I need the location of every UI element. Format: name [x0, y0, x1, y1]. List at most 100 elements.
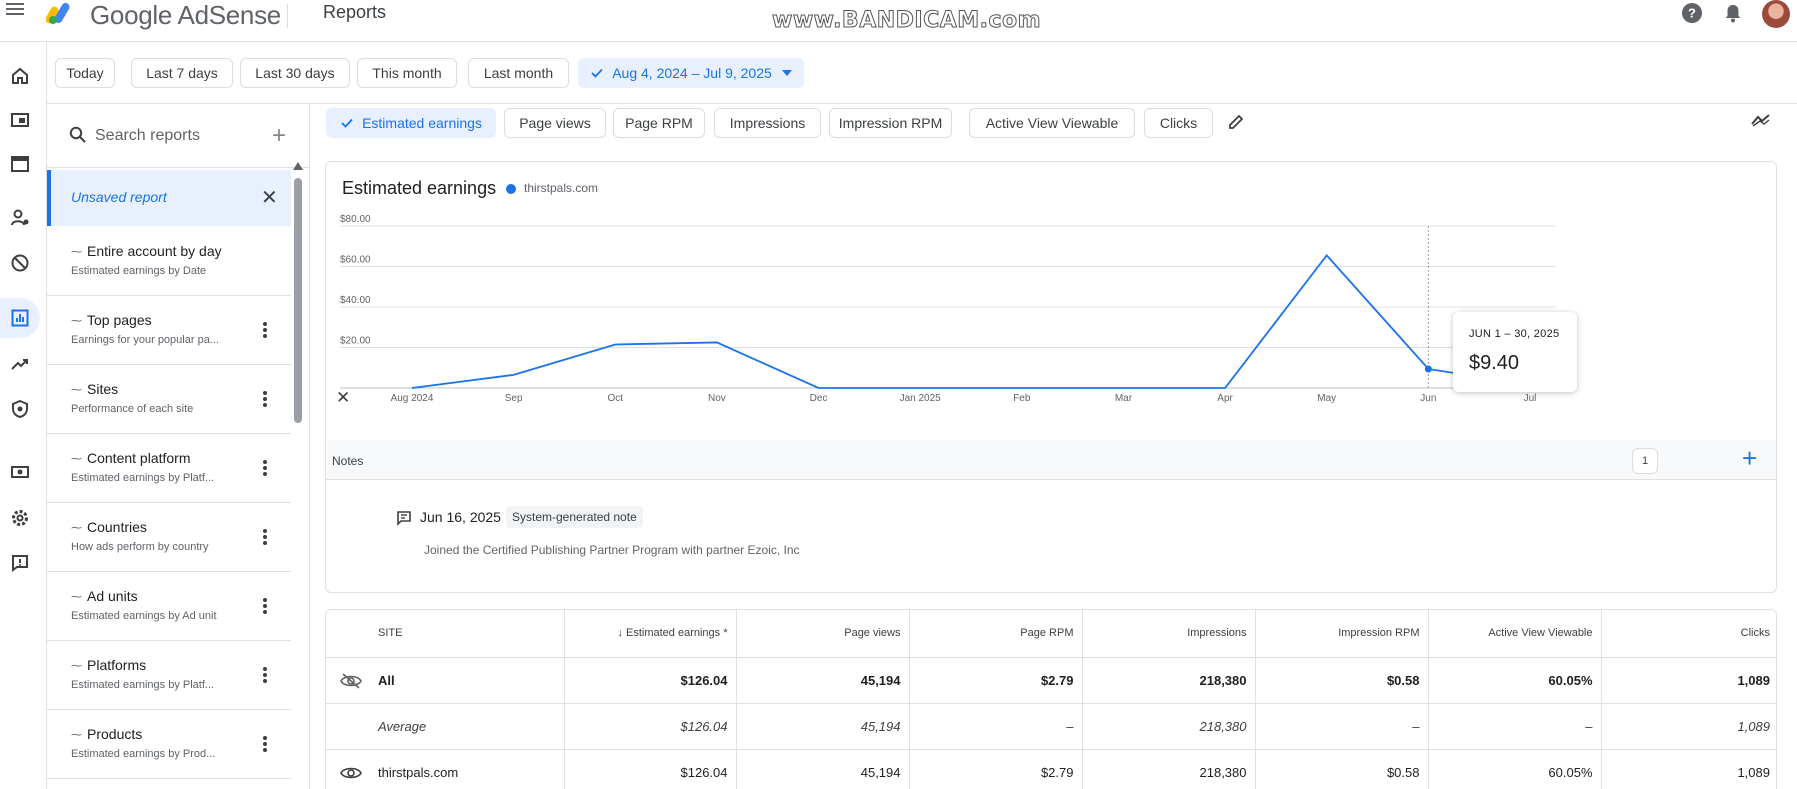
edit-metrics-pencil-icon[interactable] [1227, 113, 1245, 131]
report-trend-icon: ⁓ [71, 313, 82, 327]
metric-chip-estimated-earnings[interactable]: Estimated earnings [326, 108, 496, 138]
legend-dot [506, 184, 516, 194]
x-tick-label: Sep [505, 393, 523, 404]
metric-chip-page-rpm[interactable]: Page RPM [613, 108, 705, 138]
cell-earnings: $126.04 [564, 703, 737, 750]
add-report-plus-icon[interactable]: + [272, 124, 286, 148]
more-vert-icon[interactable] [262, 596, 268, 616]
date-chip-today[interactable]: Today [55, 58, 115, 88]
report-trend-icon: ⁓ [71, 520, 82, 534]
date-chip-last-7-days[interactable]: Last 7 days [131, 58, 233, 88]
report-subtitle: Estimated earnings by Platf... [71, 472, 215, 484]
policy-center-icon[interactable] [0, 389, 40, 429]
report-title: Top pages [87, 312, 152, 328]
close-icon[interactable]: ✕ [261, 185, 278, 210]
notes-row: Notes 1 + [326, 440, 1776, 480]
more-vert-icon[interactable] [262, 389, 268, 409]
report-subtitle: Performance of each site [71, 403, 194, 415]
report-subtitle: Estimated earnings by Date [71, 265, 207, 277]
column-header-clicks[interactable]: Clicks [1601, 610, 1776, 658]
report-title: Countries [87, 519, 147, 535]
report-title: Sites [87, 381, 119, 397]
note-text: Joined the Certified Publishing Partner … [424, 543, 800, 557]
column-header-impressions[interactable]: Impressions [1082, 610, 1256, 658]
privacy-messaging-icon[interactable] [0, 198, 40, 238]
report-subtitle: How ads perform by country [71, 541, 209, 553]
report-subtitle: Estimated earnings by Prod... [71, 748, 216, 760]
table-row[interactable]: thirstpals.com $126.04 45,194 $2.79 218,… [326, 749, 1776, 789]
top-bar: Google AdSense Reports www.BANDICAM.com … [0, 0, 1797, 42]
date-chip-last-30-days[interactable]: Last 30 days [240, 58, 350, 88]
feedback-icon[interactable] [0, 543, 40, 583]
x-tick-label: Mar [1115, 393, 1133, 404]
report-subtitle: Earnings for your popular pa... [71, 334, 219, 346]
scrollbar-thumb[interactable] [294, 178, 302, 423]
column-header-active-view-viewable[interactable]: Active View Viewable [1428, 610, 1602, 658]
date-range-selector[interactable]: Aug 4, 2024 – Jul 9, 2025 [578, 58, 804, 88]
metric-chip-impression-rpm[interactable]: Impression RPM [829, 108, 952, 138]
date-chip-this-month[interactable]: This month [357, 58, 457, 88]
more-vert-icon[interactable] [262, 665, 268, 685]
notifications-bell-icon[interactable] [1722, 2, 1744, 24]
search-reports-input[interactable] [95, 124, 265, 148]
metric-chip-page-views[interactable]: Page views [504, 108, 606, 138]
account-avatar[interactable] [1762, 0, 1790, 28]
cell-earnings: $126.04 [564, 657, 737, 704]
note-date: Jun 16, 2025 [420, 509, 501, 525]
optimization-trend-icon[interactable] [0, 344, 40, 384]
add-note-plus-icon[interactable]: + [1742, 444, 1757, 472]
scroll-up-arrow-icon[interactable] [293, 162, 303, 170]
column-header-estimated-earnings[interactable]: ↓ Estimated earnings * [564, 610, 737, 658]
help-icon[interactable]: ? [1681, 2, 1703, 24]
column-header-impression-rpm[interactable]: Impression RPM [1255, 610, 1429, 658]
sites-icon[interactable] [0, 144, 40, 184]
blocking-controls-icon[interactable] [0, 243, 40, 283]
metric-chip-impressions[interactable]: Impressions [714, 108, 821, 138]
unsaved-report-item[interactable]: Unsaved report ✕ [47, 170, 291, 226]
report-sites[interactable]: ⁓ Sites Performance of each site [47, 365, 291, 434]
date-range-label: Aug 4, 2024 – Jul 9, 2025 [612, 65, 772, 81]
more-vert-icon[interactable] [262, 527, 268, 547]
dropdown-arrow-icon [781, 70, 792, 76]
date-chip-last-month[interactable]: Last month [468, 58, 569, 88]
report-platforms[interactable]: ⁓ Platforms Estimated earnings by Platf..… [47, 641, 291, 710]
cell-page-views: 45,194 [736, 703, 910, 750]
report-trend-icon: ⁓ [71, 658, 82, 672]
report-ad-units[interactable]: ⁓ Ad units Estimated earnings by Ad unit [47, 572, 291, 641]
more-vert-icon[interactable] [262, 458, 268, 478]
more-vert-icon[interactable] [262, 734, 268, 754]
more-vert-icon[interactable] [262, 320, 268, 340]
cell-site: thirstpals.com [378, 764, 459, 780]
payments-icon[interactable] [0, 452, 40, 492]
column-header-site[interactable]: SITE [326, 610, 565, 658]
report-subtitle: Estimated earnings by Ad unit [71, 610, 217, 622]
ads-icon[interactable] [0, 100, 40, 140]
report-products[interactable]: ⁓ Products Estimated earnings by Prod... [47, 710, 291, 779]
visibility-off-icon[interactable] [340, 672, 362, 690]
settings-icon[interactable] [0, 498, 40, 538]
x-tick-label: Oct [607, 393, 623, 404]
reports-icon[interactable] [0, 298, 40, 338]
sidebar-scrollbar[interactable] [293, 160, 303, 789]
search-row: + [47, 104, 310, 168]
check-icon [591, 68, 603, 78]
home-icon[interactable] [0, 56, 40, 96]
menu-icon[interactable] [6, 0, 28, 22]
report-top-pages[interactable]: ⁓ Top pages Earnings for your popular pa.… [47, 296, 291, 365]
metric-chip-clicks[interactable]: Clicks [1144, 108, 1213, 138]
visibility-icon[interactable] [340, 764, 362, 782]
report-content-platform[interactable]: ⁓ Content platform Estimated earnings by … [47, 434, 291, 503]
metric-chip-active-view-viewable[interactable]: Active View Viewable [969, 108, 1135, 138]
cell-site: All [378, 672, 395, 688]
column-header-page-rpm[interactable]: Page RPM [909, 610, 1083, 658]
cell-impressions: 218,380 [1082, 657, 1256, 704]
column-header-page-views[interactable]: Page views [736, 610, 910, 658]
x-tick-label: Jan 2025 [900, 393, 942, 404]
report-countries[interactable]: ⁓ Countries How ads perform by country [47, 503, 291, 572]
report-entire-account-by-day[interactable]: ⁓ Entire account by day Estimated earning… [47, 227, 291, 296]
table-header-row: SITE ↓ Estimated earnings * Page views P… [326, 610, 1776, 658]
unsaved-report-label: Unsaved report [71, 189, 167, 205]
notes-count-badge[interactable]: 1 [1632, 448, 1658, 474]
chart-toggle-trend-icon[interactable] [1751, 112, 1771, 128]
adsense-reports-app: Google AdSense Reports www.BANDICAM.com … [0, 0, 1797, 789]
